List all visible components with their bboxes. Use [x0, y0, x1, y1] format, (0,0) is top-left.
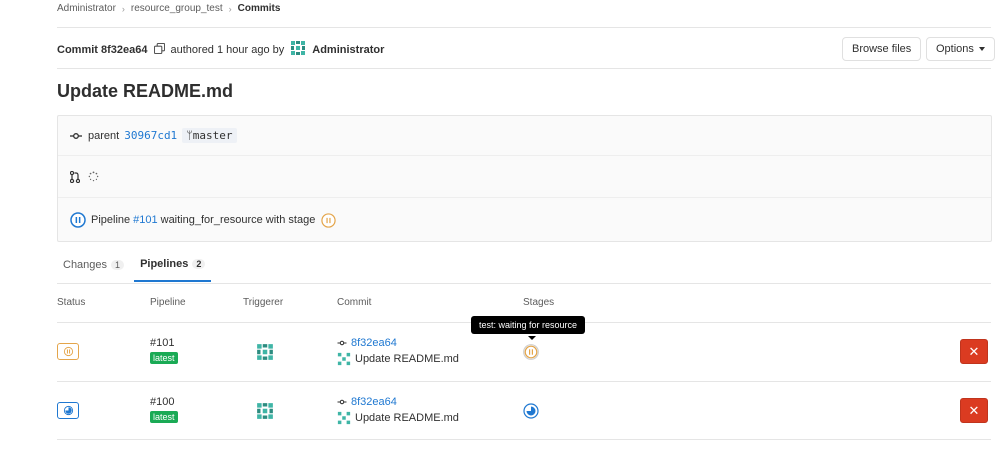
breadcrumb-item-administrator[interactable]: Administrator — [57, 3, 116, 14]
commit-cell: 8f32ea64 Update README.md — [337, 396, 459, 425]
commit-icon — [337, 340, 347, 346]
branch-icon: ᛘ — [186, 129, 193, 142]
divider — [57, 283, 991, 284]
options-dropdown[interactable]: Options — [926, 37, 995, 61]
breadcrumb-item-project[interactable]: resource_group_test — [131, 3, 223, 14]
commit-sha-link[interactable]: 8f32ea64 — [351, 396, 397, 408]
pipeline-row: Pipeline #101 waiting_for_resource with … — [58, 198, 991, 242]
tab-pipelines[interactable]: Pipelines 2 — [134, 256, 212, 282]
authored-text: authored 1 hour ago by — [170, 43, 285, 56]
parent-row: parent 30967cd1 ᛘmaster — [58, 116, 991, 156]
merge-request-icon — [70, 170, 80, 183]
merge-request-row — [58, 156, 991, 198]
browse-files-button[interactable]: Browse files — [842, 37, 922, 61]
branch-name: master — [192, 129, 233, 142]
breadcrumb-current[interactable]: Commits — [238, 3, 281, 14]
waiting-icon — [63, 346, 73, 357]
commit-icon — [337, 399, 347, 405]
avatar[interactable] — [290, 40, 307, 59]
pipeline-status-icon[interactable] — [70, 212, 86, 228]
commit-tabs: Changes 1 Pipelines 2 — [57, 256, 212, 282]
divider — [57, 27, 991, 28]
column-header-pipeline: Pipeline — [150, 297, 186, 308]
tab-label: Pipelines — [140, 258, 189, 270]
cancel-pipeline-button[interactable]: ✕ — [960, 339, 988, 364]
divider — [57, 439, 991, 440]
stage-waiting-icon[interactable] — [523, 344, 539, 363]
author-link[interactable]: Administrator — [312, 44, 384, 56]
pipeline-id-link[interactable]: #101 — [150, 337, 174, 349]
latest-badge: latest — [150, 411, 178, 423]
pipeline-id-link[interactable]: #100 — [150, 396, 174, 408]
tab-changes[interactable]: Changes 1 — [57, 256, 130, 282]
stage-tooltip: test: waiting for resource — [471, 316, 586, 334]
latest-badge: latest — [150, 352, 178, 364]
copy-icon[interactable] — [153, 42, 165, 57]
parent-label: parent — [88, 129, 120, 142]
column-header-status: Status — [57, 297, 86, 308]
commit-sha-link[interactable]: 8f32ea64 — [351, 337, 397, 349]
divider — [57, 68, 991, 69]
breadcrumb: Administrator › resource_group_test › Co… — [57, 3, 280, 14]
triggerer-avatar[interactable] — [256, 343, 274, 364]
avatar-icon — [337, 411, 351, 425]
tab-label: Changes — [63, 259, 108, 271]
pipeline-status-text: waiting_for_resource with stage — [160, 214, 316, 226]
status-badge-waiting[interactable] — [57, 343, 79, 360]
parent-sha-link[interactable]: 30967cd1 — [124, 129, 177, 142]
status-badge-running[interactable] — [57, 402, 79, 419]
column-header-stages: Stages — [523, 297, 555, 308]
pipeline-prefix: Pipeline — [91, 214, 131, 226]
chevron-right-icon: › — [228, 3, 232, 14]
tooltip-arrow — [528, 336, 536, 340]
tab-count: 1 — [111, 260, 125, 270]
stage-running-icon[interactable] — [523, 403, 539, 422]
commit-title: Update README.md — [57, 81, 234, 101]
loading-spinner-icon — [88, 171, 99, 182]
divider — [57, 381, 991, 382]
commit-label: Commit 8f32ea64 — [57, 43, 148, 56]
stage-waiting-icon[interactable] — [321, 212, 336, 228]
tab-count: 2 — [192, 259, 206, 269]
commit-info-block: parent 30967cd1 ᛘmaster Pipeline #101 wa… — [57, 115, 992, 242]
triggerer-avatar[interactable] — [256, 402, 274, 423]
options-label: Options — [936, 43, 974, 55]
chevron-right-icon: › — [121, 3, 125, 14]
commit-header: Commit 8f32ea64 authored 1 hour ago by A… — [57, 40, 384, 59]
avatar-icon — [337, 352, 351, 366]
commit-cell: 8f32ea64 Update README.md — [337, 337, 459, 366]
cancel-pipeline-button[interactable]: ✕ — [960, 398, 988, 423]
column-header-commit: Commit — [337, 297, 372, 308]
running-icon — [63, 405, 73, 416]
close-icon: ✕ — [968, 402, 980, 418]
commit-message-link[interactable]: Update README.md — [355, 412, 459, 424]
close-icon: ✕ — [968, 343, 980, 359]
commit-message-link[interactable]: Update README.md — [355, 353, 459, 365]
branch-badge[interactable]: ᛘmaster — [182, 128, 237, 143]
commit-icon — [70, 132, 82, 140]
chevron-down-icon — [978, 47, 985, 51]
pipeline-link[interactable]: #101 — [133, 214, 157, 226]
column-header-triggerer: Triggerer — [243, 297, 284, 308]
